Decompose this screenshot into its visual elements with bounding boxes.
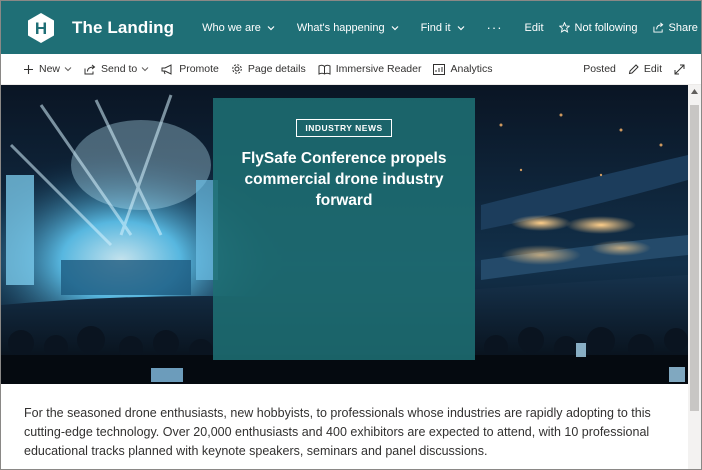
share-icon xyxy=(652,22,663,33)
top-navigation: Who we are What's happening Find it ··· … xyxy=(202,20,702,35)
site-logo[interactable]: H xyxy=(25,12,57,44)
gear-icon xyxy=(232,64,242,74)
nav-item-whats-happening[interactable]: What's happening xyxy=(297,22,399,34)
chevron-down-icon xyxy=(267,25,275,30)
more-nav-button[interactable]: ··· xyxy=(487,20,503,35)
immersive-reader-button[interactable]: Immersive Reader xyxy=(318,63,422,75)
promote-button[interactable]: Promote xyxy=(161,63,219,75)
share-icon xyxy=(84,64,96,74)
immersive-reader-label: Immersive Reader xyxy=(335,63,422,75)
new-button[interactable]: New xyxy=(23,63,72,75)
send-to-label: Send to xyxy=(101,63,138,75)
hero-title-panel: INDUSTRY NEWS FlySafe Conference propels… xyxy=(213,98,475,360)
category-tag[interactable]: INDUSTRY NEWS xyxy=(296,119,392,137)
nav-item-who-we-are[interactable]: Who we are xyxy=(202,22,275,34)
logo-letter: H xyxy=(35,19,47,38)
edit-page-label: Edit xyxy=(643,63,662,75)
pencil-icon xyxy=(628,63,639,74)
header-edit-button[interactable]: Edit xyxy=(525,22,544,34)
plus-icon xyxy=(24,64,33,74)
header-edit-label: Edit xyxy=(524,21,544,34)
command-bar-right: Posted Edit xyxy=(583,63,701,75)
chevron-down-icon xyxy=(141,67,149,72)
nav-item-label: Find it xyxy=(420,21,451,34)
site-header: H The Landing Who we are What's happenin… xyxy=(1,1,701,54)
analytics-label: Analytics xyxy=(450,63,493,75)
star-icon xyxy=(558,22,570,33)
vertical-scrollbar[interactable] xyxy=(688,85,701,469)
page-details-button[interactable]: Page details xyxy=(231,63,306,75)
page-title: FlySafe Conference propels commercial dr… xyxy=(241,150,447,209)
follow-button[interactable]: Not following xyxy=(558,21,638,34)
expand-icon xyxy=(674,64,685,74)
article-body: For the seasoned drone enthusiasts, new … xyxy=(24,406,651,458)
promote-label: Promote xyxy=(179,63,219,75)
page-status: Posted xyxy=(583,63,616,75)
follow-label: Not following xyxy=(574,21,638,34)
share-label: Share xyxy=(668,21,698,34)
megaphone-icon xyxy=(161,63,172,75)
expand-button[interactable] xyxy=(674,64,690,75)
command-bar: New Send to Promote Page details Immersi… xyxy=(1,54,701,85)
book-icon xyxy=(318,64,331,75)
nav-item-label: What's happening xyxy=(296,21,385,34)
scrollbar-thumb[interactable] xyxy=(690,105,699,411)
chevron-down-icon xyxy=(64,67,72,72)
hero-banner[interactable]: INDUSTRY NEWS FlySafe Conference propels… xyxy=(1,85,688,384)
nav-item-label: Who we are xyxy=(202,21,261,34)
chevron-down-icon xyxy=(391,25,399,30)
new-label: New xyxy=(39,63,61,75)
site-title[interactable]: The Landing xyxy=(72,18,174,38)
analytics-icon xyxy=(433,63,446,75)
scroll-up-arrow-icon[interactable] xyxy=(691,89,698,94)
nav-item-find-it[interactable]: Find it xyxy=(421,22,465,34)
analytics-button[interactable]: Analytics xyxy=(433,63,493,75)
share-button[interactable]: Share xyxy=(652,21,698,34)
page-details-label: Page details xyxy=(247,63,306,75)
send-to-button[interactable]: Send to xyxy=(84,63,149,75)
chevron-down-icon xyxy=(457,25,464,30)
edit-page-button[interactable]: Edit xyxy=(628,63,662,75)
